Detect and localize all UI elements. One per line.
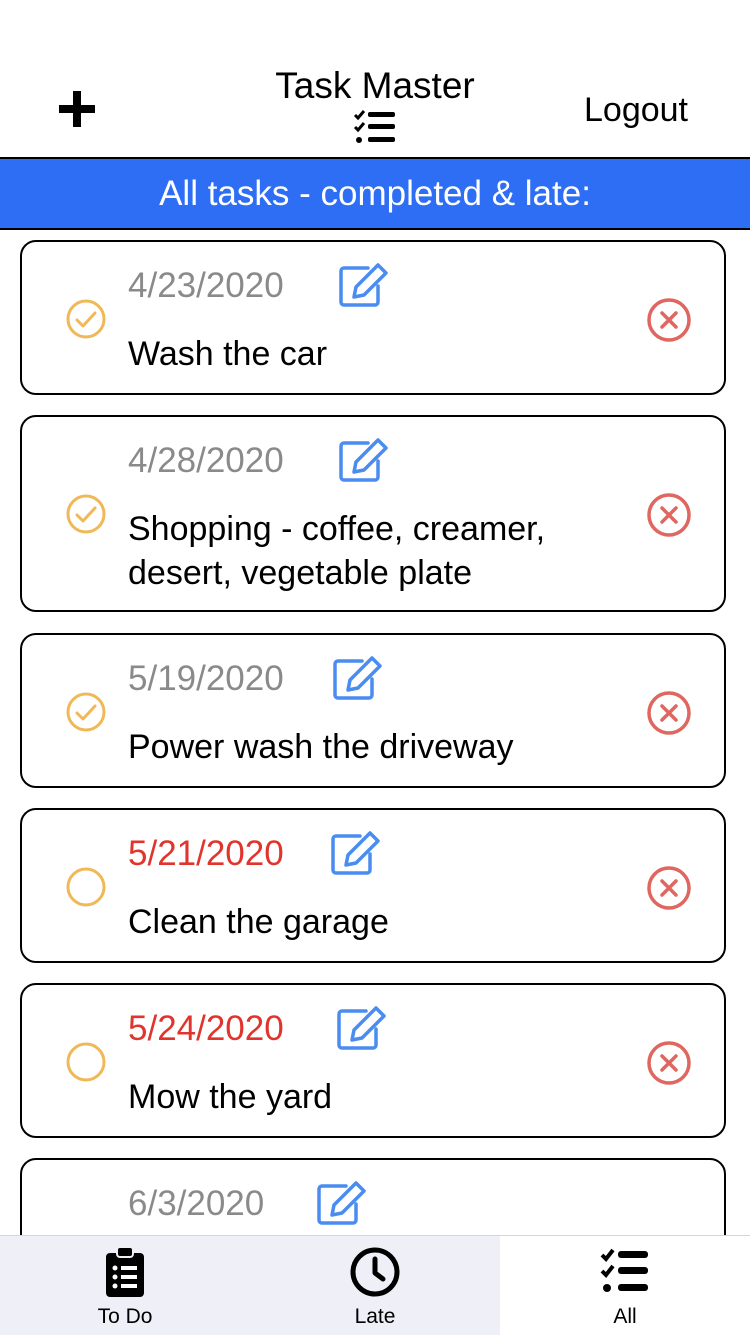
tab-bar: To Do Late All <box>0 1235 750 1335</box>
task-date: 6/3/2020 <box>128 1184 265 1223</box>
task-text: Power wash the driveway <box>128 728 514 766</box>
task-text: Wash the car <box>128 335 328 373</box>
task-list[interactable]: 4/23/2020 Wash the car 4/28/2020 Shoppin… <box>0 230 750 1235</box>
edit-icon[interactable] <box>316 1180 368 1226</box>
delete-icon[interactable] <box>646 690 692 736</box>
delete-icon[interactable] <box>646 492 692 538</box>
task-card[interactable]: 4/23/2020 Wash the car <box>20 240 726 395</box>
task-card[interactable]: 4/28/2020 Shopping - coffee, creamer, de… <box>20 415 726 612</box>
unchecked-circle-icon[interactable] <box>65 866 107 908</box>
checklist-icon <box>353 110 395 143</box>
delete-icon[interactable] <box>646 297 692 343</box>
logout-button[interactable]: Logout <box>584 90 688 130</box>
task-card[interactable]: 6/3/2020 <box>20 1158 726 1235</box>
filter-banner: All tasks - completed & late: <box>0 159 750 230</box>
app-header: Task Master Logout <box>0 0 750 159</box>
tab-all[interactable]: All <box>500 1236 750 1335</box>
task-text: Clean the garage <box>128 903 389 941</box>
edit-icon[interactable] <box>338 262 390 308</box>
tab-todo[interactable]: To Do <box>0 1236 250 1335</box>
task-date: 4/23/2020 <box>128 266 284 305</box>
tab-label: To Do <box>97 1305 153 1328</box>
task-date: 5/19/2020 <box>128 659 284 698</box>
task-card[interactable]: 5/21/2020 Clean the garage <box>20 808 726 963</box>
delete-icon[interactable] <box>646 1040 692 1086</box>
edit-icon[interactable] <box>330 830 382 876</box>
checklist-icon <box>600 1248 648 1292</box>
edit-icon[interactable] <box>336 1005 388 1051</box>
task-date: 4/28/2020 <box>128 441 284 480</box>
checked-circle-icon[interactable] <box>65 298 107 340</box>
checked-circle-icon[interactable] <box>65 691 107 733</box>
clipboard-list-icon <box>106 1246 144 1297</box>
task-text: Shopping - coffee, creamer, desert, vege… <box>128 510 546 592</box>
edit-icon[interactable] <box>332 655 384 701</box>
unchecked-circle-icon[interactable] <box>65 1041 107 1083</box>
delete-icon[interactable] <box>646 865 692 911</box>
tab-label: Late <box>354 1305 396 1328</box>
task-date: 5/21/2020 <box>128 834 284 873</box>
tab-label: All <box>613 1305 637 1328</box>
task-text: Mow the yard <box>128 1078 333 1116</box>
tab-late[interactable]: Late <box>250 1236 500 1335</box>
clock-icon <box>350 1247 400 1297</box>
edit-icon[interactable] <box>338 437 390 483</box>
task-card[interactable]: 5/24/2020 Mow the yard <box>20 983 726 1138</box>
task-date: 5/24/2020 <box>128 1009 284 1048</box>
checked-circle-icon[interactable] <box>65 493 107 535</box>
task-card[interactable]: 5/19/2020 Power wash the driveway <box>20 633 726 788</box>
